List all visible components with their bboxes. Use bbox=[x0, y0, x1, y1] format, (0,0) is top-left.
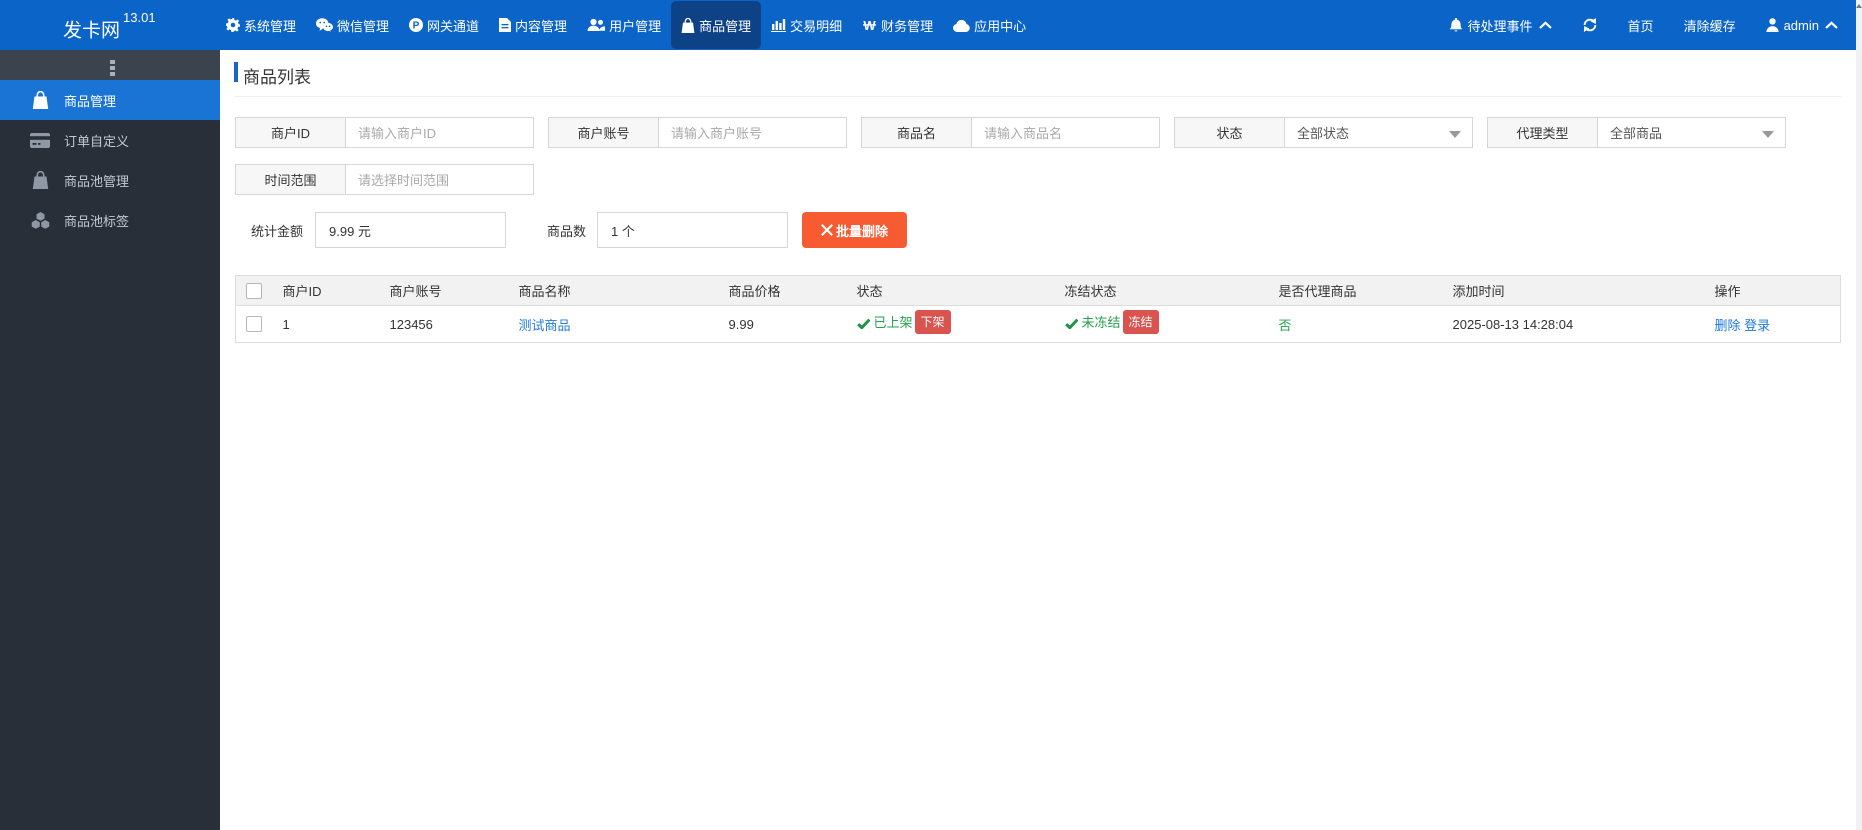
svg-text:P: P bbox=[413, 21, 420, 32]
